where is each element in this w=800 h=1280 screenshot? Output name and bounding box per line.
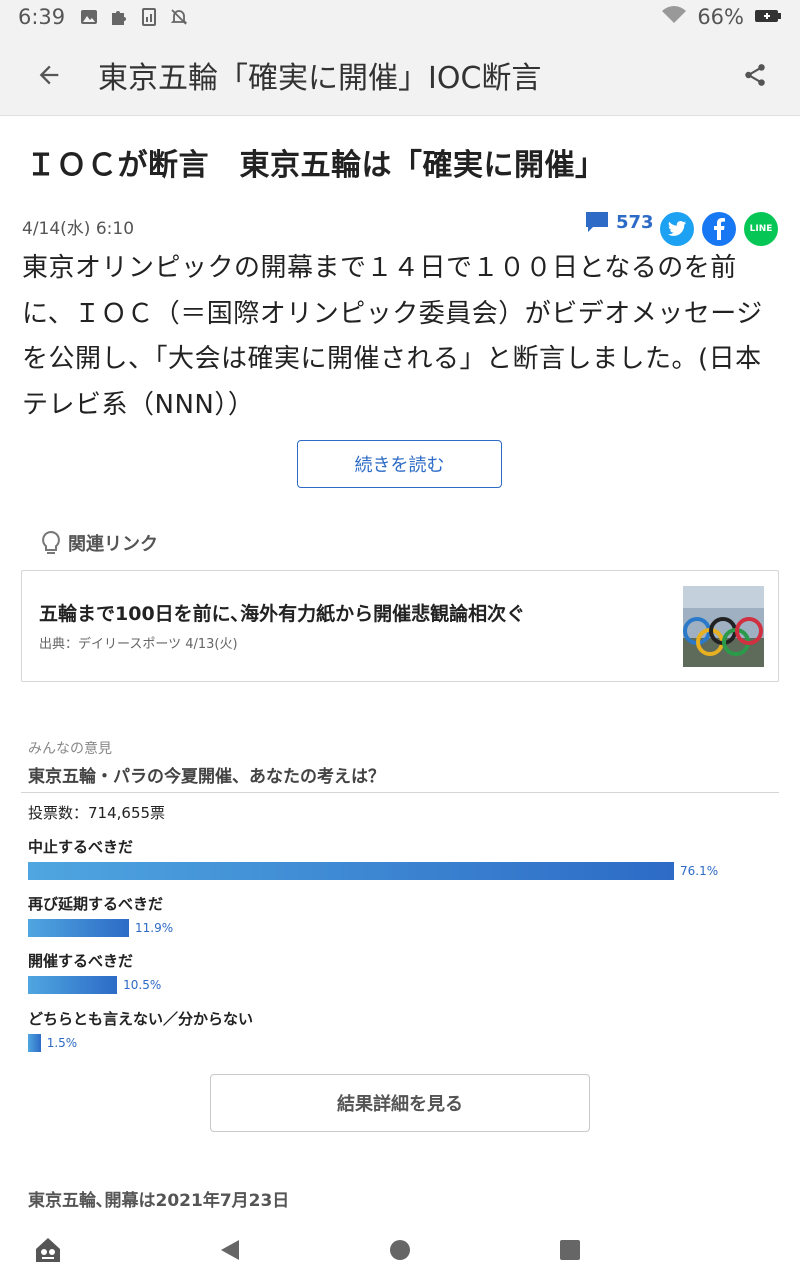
poll-question: 東京五輪・パラの今夏開催、あなたの考えは？ <box>28 767 385 787</box>
read-more-button[interactable]: 続きを読む <box>297 440 502 488</box>
system-nav-bar <box>0 1220 800 1280</box>
arrow-back-icon <box>39 65 59 84</box>
nav-recents-button[interactable] <box>550 1230 590 1270</box>
poll-option-bar <box>28 976 118 994</box>
facebook-icon <box>714 218 725 240</box>
battery-icon <box>754 5 782 29</box>
divider <box>21 792 779 793</box>
status-time: 6:39 <box>18 5 66 29</box>
nav-home-button[interactable] <box>380 1230 420 1270</box>
comment-count: 573 <box>616 211 654 233</box>
home-circle-icon <box>390 1240 410 1260</box>
facebook-share-button[interactable] <box>702 212 736 246</box>
line-share-button[interactable]: LINE <box>744 212 778 246</box>
poll-section-label: みんなの意見 <box>28 741 112 757</box>
related-article-card[interactable]: 五輪まで100日を前に､海外有力紙から開催悲観論相次ぐ 出典：デイリースポーツ … <box>21 570 779 682</box>
comment-icon <box>586 212 608 232</box>
article-body: 東京オリンピックの開幕まで１４日で１００日となるのを前に、ＩＯＣ（＝国際オリンピ… <box>22 253 763 420</box>
twitter-share-button[interactable] <box>660 212 694 246</box>
poll-option-label: どちらとも言えない／分からない <box>28 1010 254 1028</box>
puzzle-icon <box>109 7 129 27</box>
app-home-button[interactable] <box>28 1230 68 1270</box>
poll-option: 中止するべきだ 76.1% <box>28 836 778 880</box>
wifi-icon <box>661 5 687 30</box>
poll-option-percent: 76.1% <box>680 864 719 878</box>
next-section-heading: 東京五輪､開幕は2021年7月23日 <box>28 1191 290 1211</box>
related-links-text: 関連リンク <box>68 534 158 555</box>
poll-option-bar <box>28 919 130 937</box>
back-triangle-icon <box>221 1240 239 1260</box>
poll-option-percent: 1.5% <box>46 1036 78 1050</box>
related-article-thumbnail[interactable] <box>683 586 764 667</box>
article-headline: ＩＯＣが断言 東京五輪は「確実に開催」 <box>26 148 606 183</box>
page-title: 東京五輪「確実に開催」IOC断言 <box>98 60 542 96</box>
back-button[interactable] <box>0 34 98 116</box>
poll-option-bar <box>28 862 674 880</box>
poll-option-percent: 10.5% <box>123 978 162 992</box>
share-icon <box>745 63 765 86</box>
poll-option-label: 開催するべきだ <box>28 952 134 970</box>
app-bar: 東京五輪「確実に開催」IOC断言 <box>0 34 800 116</box>
poll-option: 再び延期するべきだ 11.9% <box>28 893 778 937</box>
article-meta: 4/14(水) 6:10 573 LINE <box>22 208 782 248</box>
line-icon: LINE <box>749 224 773 234</box>
chart-file-icon <box>139 7 159 27</box>
poll-option-label: 再び延期するべきだ <box>28 895 164 913</box>
related-article-source: 出典：デイリースポーツ 4/13(火) <box>39 637 238 652</box>
recents-square-icon <box>560 1240 580 1260</box>
image-icon <box>79 7 99 27</box>
comment-button[interactable]: 573 <box>584 210 654 234</box>
app-home-icon <box>36 1238 60 1262</box>
share-button[interactable] <box>710 34 800 116</box>
olympic-rings-photo <box>683 586 764 667</box>
article-date: 4/14(水) 6:10 <box>22 219 135 239</box>
notifications-off-icon <box>169 7 189 27</box>
nav-back-button[interactable] <box>210 1230 250 1270</box>
poll-details-button[interactable]: 結果詳細を見る <box>210 1074 590 1132</box>
battery-text: 66% <box>697 5 744 29</box>
poll-option-percent: 11.9% <box>135 921 174 935</box>
poll-option-label: 中止するべきだ <box>28 838 134 856</box>
related-article-title[interactable]: 五輪まで100日を前に､海外有力紙から開催悲観論相次ぐ <box>39 599 525 626</box>
status-bar: 6:39 66% <box>0 0 800 34</box>
poll-option: どちらとも言えない／分からない 1.5% <box>28 1008 778 1052</box>
twitter-icon <box>667 221 687 236</box>
poll-option: 開催するべきだ 10.5% <box>28 950 778 994</box>
poll-option-bar <box>28 1034 41 1052</box>
lightbulb-icon <box>42 530 60 554</box>
poll-vote-count: 投票数：714,655票 <box>28 804 166 822</box>
related-links-label: 関連リンク <box>40 530 158 556</box>
